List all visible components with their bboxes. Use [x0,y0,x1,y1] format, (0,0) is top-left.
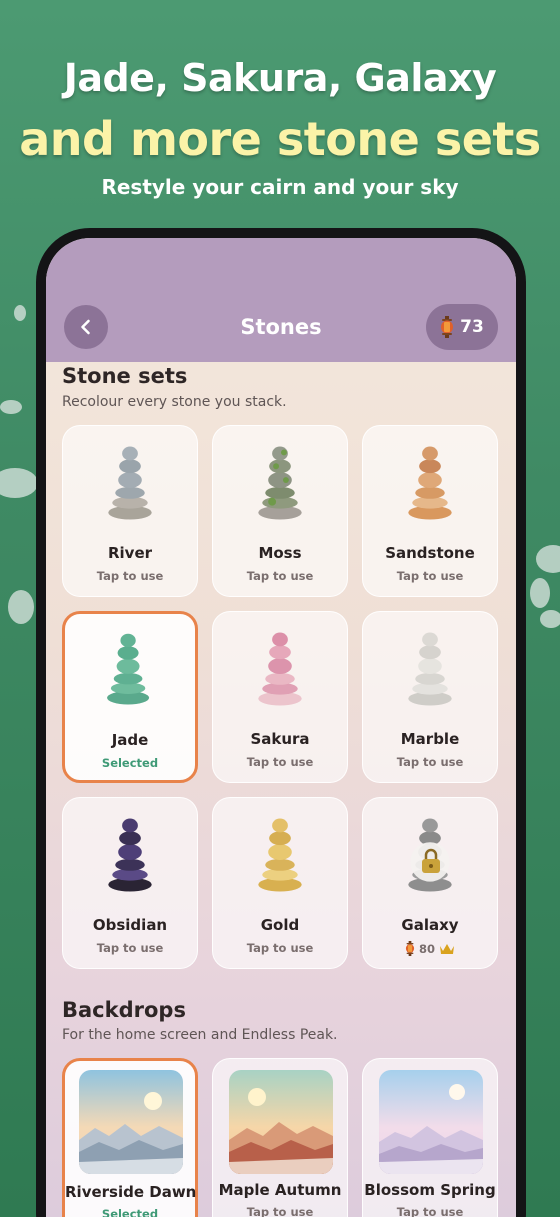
petal-decoration [0,400,22,414]
stone-set-status: Tap to use [396,569,464,583]
stone-set-card-sakura[interactable]: Sakura Tap to use [212,611,348,783]
hero-headline-accent: and more stone sets [19,112,541,166]
moss-stones-icon [258,446,302,520]
petal-decoration [536,545,560,573]
backdrop-name: Maple Autumn [218,1181,342,1199]
lock-icon [422,848,440,873]
stone-set-name: Obsidian [92,916,168,934]
lantern-icon [441,316,454,338]
backdrop-card-blossom-spring[interactable]: Blossom Spring Tap to use [362,1058,498,1217]
sandstone-stones-icon [408,446,452,520]
marble-stones-icon [408,632,452,706]
obsidian-stones-icon [108,818,152,892]
backdrop-card-maple-autumn[interactable]: Maple Autumn Tap to use [212,1058,348,1217]
backdrop-card-riverside-dawn[interactable]: Riverside Dawn Selected [62,1058,198,1217]
coin-balance[interactable]: 73 [426,304,498,350]
stone-set-name: Sakura [250,730,310,748]
crown-icon [440,943,454,954]
stone-set-card-gold[interactable]: Gold Tap to use [212,797,348,969]
petal-decoration [8,590,34,624]
stone-set-status: Tap to use [96,941,164,955]
stone-set-status: Tap to use [246,755,314,769]
backdrop-status: Selected [101,1207,159,1217]
stone-set-card-sandstone[interactable]: Sandstone Tap to use [362,425,498,597]
stone-set-status: Selected [101,756,159,770]
stone-set-name: River [107,544,153,562]
sakura-stones-icon [258,632,302,706]
backdrop-name: Riverside Dawn [65,1183,197,1201]
stone-set-card-river[interactable]: River Tap to use [62,425,198,597]
backdrop-status: Tap to use [396,1205,464,1217]
stone-set-status: Tap to use [246,941,314,955]
section-title-stone-sets: Stone sets [62,364,188,388]
stone-set-card-obsidian[interactable]: Obsidian Tap to use [62,797,198,969]
stone-set-name: Moss [258,544,302,562]
app-screen: Stones 73 Stone sets Recolour every ston… [46,238,516,1217]
petal-decoration [530,578,550,608]
backdrop-preview-image [79,1070,183,1174]
river-stones-icon [108,446,152,520]
petal-decoration [14,305,26,321]
stone-set-card-moss[interactable]: Moss Tap to use [212,425,348,597]
stone-set-name: Jade [111,731,149,749]
stone-set-name: Gold [260,916,300,934]
stone-set-name: Sandstone [385,544,475,562]
stone-set-price: 80 [363,941,497,956]
section-subtitle-stone-sets: Recolour every stone you stack. [62,394,287,410]
price-value: 80 [418,941,435,956]
jade-stones-icon [107,633,150,705]
hero-subtitle: Restyle your cairn and your sky [101,175,459,199]
stone-set-card-marble[interactable]: Marble Tap to use [362,611,498,783]
petal-decoration [0,468,38,498]
stone-set-name: Marble [400,730,460,748]
backdrop-preview-image [229,1070,333,1174]
stone-set-card-jade[interactable]: Jade Selected [62,611,198,783]
coin-count: 73 [460,317,484,337]
section-title-backdrops: Backdrops [62,998,186,1022]
section-subtitle-backdrops: For the home screen and Endless Peak. [62,1027,338,1043]
stone-set-name: Galaxy [401,916,459,934]
backdrop-name: Blossom Spring [364,1181,496,1199]
gold-stones-icon [258,818,302,892]
stone-set-status: Tap to use [396,755,464,769]
stone-set-card-galaxy[interactable]: Galaxy 80 [362,797,498,969]
petal-decoration [540,610,560,628]
lantern-icon [405,941,415,956]
backdrop-status: Tap to use [246,1205,314,1217]
stone-set-status: Tap to use [246,569,314,583]
backdrop-preview-image [379,1070,483,1174]
hero-headline: Jade, Sakura, Galaxy [63,56,497,100]
stone-set-status: Tap to use [96,569,164,583]
